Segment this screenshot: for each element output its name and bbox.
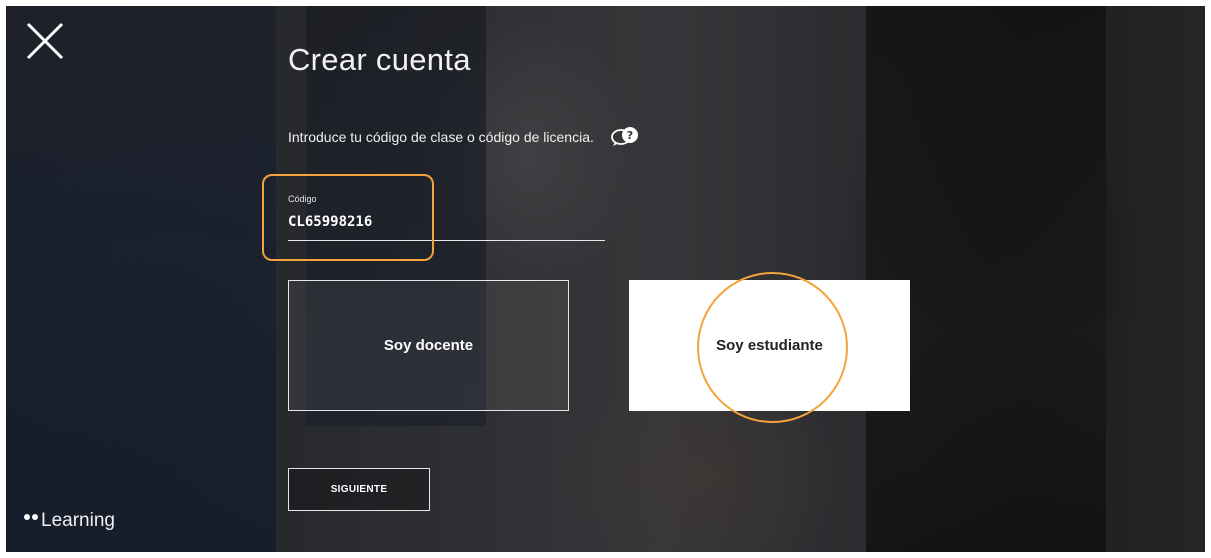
help-chat-button[interactable]: ?: [610, 125, 640, 147]
student-option-label: Soy estudiante: [716, 337, 823, 354]
teacher-option-label: Soy docente: [383, 337, 474, 354]
next-button[interactable]: SIGUIENTE: [288, 468, 430, 511]
instruction-text: Introduce tu código de clase o código de…: [288, 129, 594, 145]
chat-help-icon: ?: [611, 127, 638, 146]
background-photo: [6, 6, 1205, 552]
background-overlay: [6, 6, 1205, 552]
teacher-option-button[interactable]: Soy docente: [288, 280, 569, 411]
next-button-label: SIGUIENTE: [330, 484, 388, 495]
close-icon: [26, 22, 64, 60]
page-title: Crear cuenta: [288, 42, 471, 77]
brand-name: Learning: [41, 510, 115, 531]
student-option-button[interactable]: Soy estudiante: [629, 280, 910, 411]
close-button[interactable]: [26, 22, 64, 60]
brand-logo: Learning: [24, 510, 115, 532]
logo-dots-icon: [24, 514, 38, 520]
highlight-code-field: [262, 174, 434, 261]
svg-text:?: ?: [627, 129, 633, 142]
